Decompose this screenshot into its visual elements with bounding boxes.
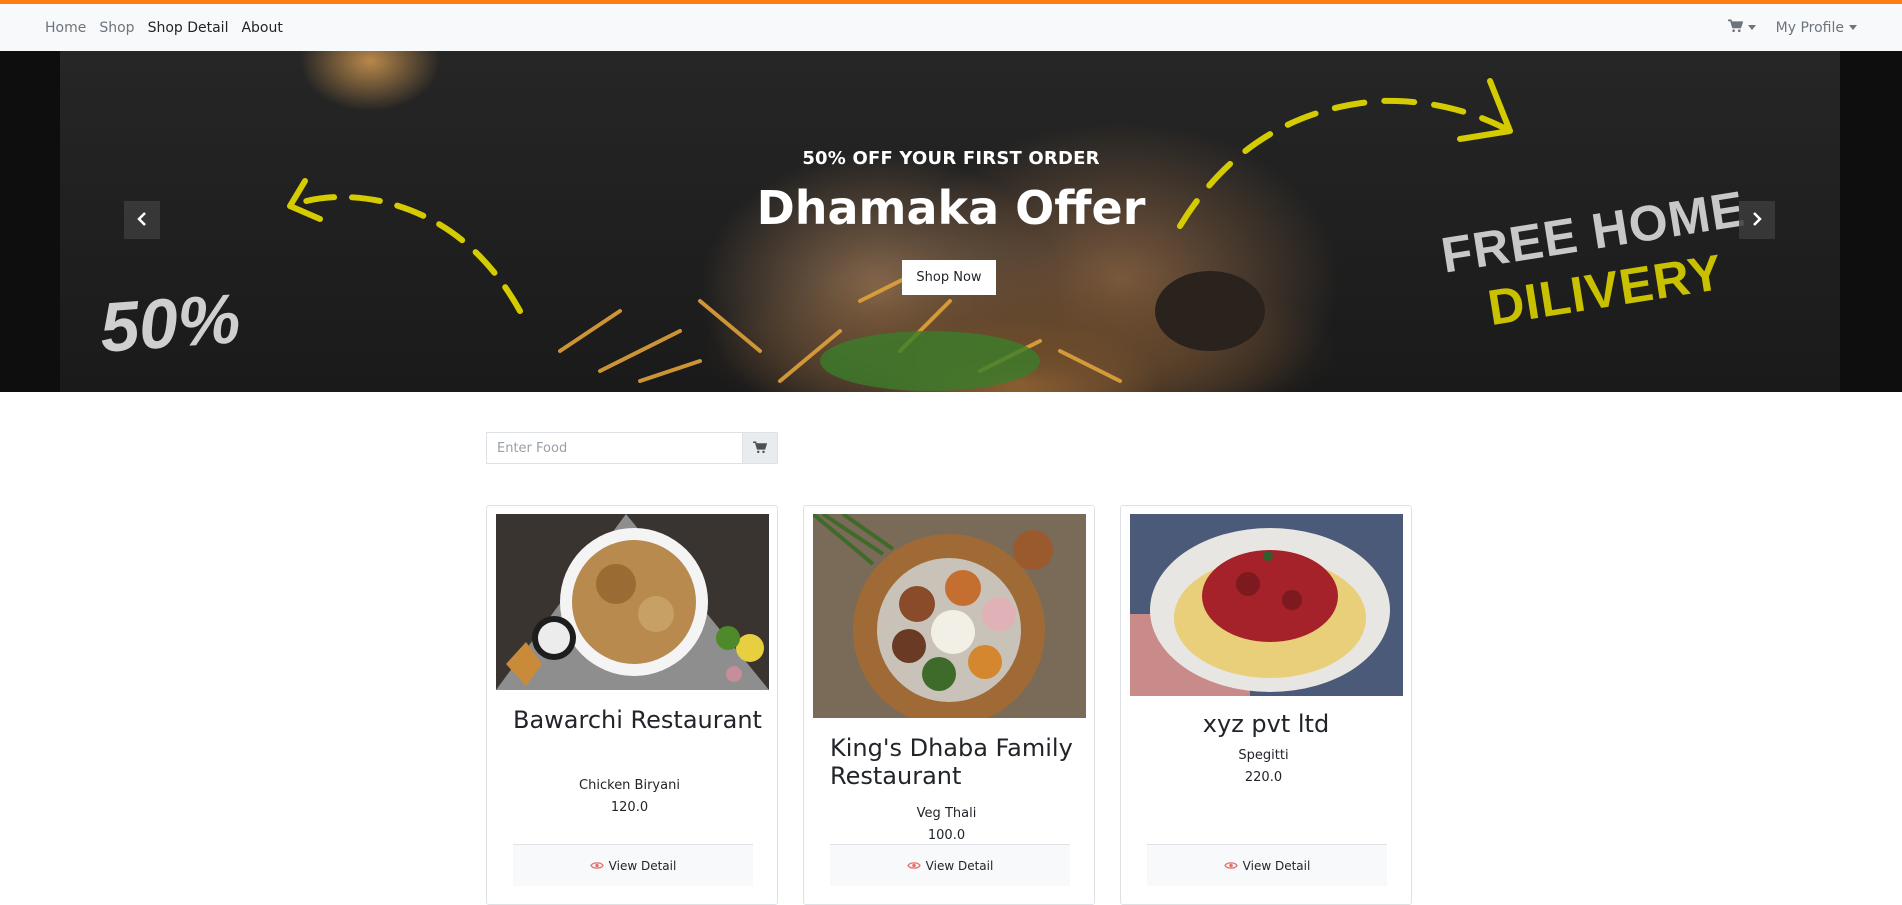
chevron-left-icon [136, 211, 148, 230]
carousel-next-button[interactable] [1739, 201, 1775, 239]
view-detail-label: View Detail [608, 858, 677, 873]
dish-price: 220.0 [1244, 770, 1283, 785]
restaurant-card: xyz pvt ltd Spegitti 220.0 View Detail [1120, 505, 1412, 905]
nav-link-shop-detail[interactable]: Shop Detail [148, 20, 229, 36]
nav-right: My Profile [1727, 4, 1857, 51]
navbar: Home Shop Shop Detail About My Profile [0, 4, 1902, 51]
shopping-cart-icon [1727, 18, 1743, 37]
shop-now-button[interactable]: Shop Now [902, 260, 996, 295]
dish-name: Chicken Biryani [579, 778, 680, 793]
cart-dropdown[interactable] [1727, 18, 1756, 37]
food-image-spaghetti [1130, 514, 1403, 696]
hero-title: Dhamaka Offer [756, 181, 1146, 235]
restaurant-name: King's Dhaba Family Restaurant [830, 734, 1073, 790]
view-detail-label: View Detail [1242, 858, 1311, 873]
restaurant-name: xyz pvt ltd [1202, 710, 1330, 738]
hero-subtitle: 50% OFF YOUR FIRST ORDER [802, 148, 1100, 169]
nav-links: Home Shop Shop Detail About [45, 4, 296, 51]
hero-carousel: 50% FREE HOME DILIVERY 50% OFF YOUR FIRS… [0, 51, 1902, 392]
green-pepper [820, 331, 1040, 391]
food-search [486, 432, 778, 464]
search-cart-button[interactable] [742, 432, 778, 464]
arrowhead-right [1457, 78, 1513, 142]
view-detail-button[interactable]: View Detail [830, 844, 1070, 886]
restaurant-card: Bawarchi Restaurant Chicken Biryani 120.… [486, 505, 778, 905]
restaurant-card: King's Dhaba Family Restaurant Veg Thali… [803, 505, 1095, 905]
chevron-down-icon [1849, 25, 1857, 30]
profile-label: My Profile [1775, 19, 1844, 36]
food-image-thali [813, 514, 1086, 718]
eye-icon [906, 861, 921, 870]
nav-link-home[interactable]: Home [45, 20, 86, 36]
dish-name: Spegitti [1238, 748, 1289, 763]
view-detail-button[interactable]: View Detail [513, 844, 753, 886]
spice-pod [1155, 271, 1265, 351]
promo-percent-text: 50% [97, 279, 243, 367]
eye-icon [589, 861, 604, 870]
food-image-biryani [496, 514, 769, 690]
chevron-down-icon [1747, 25, 1756, 30]
dish-name: Veg Thali [916, 806, 977, 821]
dish-price: 120.0 [610, 800, 649, 815]
eye-icon [1223, 861, 1238, 870]
nav-link-shop[interactable]: Shop [99, 20, 134, 36]
food-search-input[interactable] [486, 432, 742, 464]
chevron-right-icon [1751, 211, 1763, 230]
profile-dropdown[interactable]: My Profile [1776, 20, 1857, 36]
carousel-prev-button[interactable] [124, 201, 160, 239]
dish-price: 100.0 [927, 828, 966, 843]
view-detail-button[interactable]: View Detail [1147, 844, 1387, 886]
shopping-cart-icon [753, 439, 768, 458]
restaurant-name: Bawarchi Restaurant [513, 706, 762, 734]
view-detail-label: View Detail [925, 858, 994, 873]
nav-link-about[interactable]: About [241, 20, 282, 36]
